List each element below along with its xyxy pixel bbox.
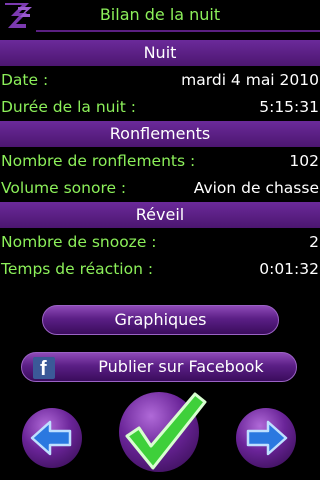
- nombre-ronflements-label: Nombre de ronflements :: [1, 152, 196, 170]
- header-divider: [36, 30, 320, 32]
- graphiques-button[interactable]: Graphiques: [42, 305, 279, 335]
- row-duree: Durée de la nuit : 5:15:31: [0, 94, 320, 120]
- checkmark-icon: [125, 392, 207, 470]
- nombre-ronflements-value: 102: [289, 152, 319, 170]
- temps-reaction-label: Temps de réaction :: [1, 260, 154, 278]
- temps-reaction-value: 0:01:32: [259, 260, 319, 278]
- right-arrow-icon: [246, 420, 288, 456]
- row-snooze: Nombre de snooze : 2: [0, 229, 320, 255]
- section-header-reveil: Réveil: [0, 202, 320, 228]
- volume-sonore-label: Volume sonore :: [1, 179, 127, 197]
- back-button[interactable]: [22, 408, 82, 468]
- facebook-icon: f: [33, 357, 55, 380]
- facebook-publish-button[interactable]: f Publier sur Facebook: [21, 352, 297, 382]
- left-arrow-icon: [30, 420, 72, 456]
- page-title: Bilan de la nuit: [99, 5, 221, 24]
- header-bar: Bilan de la nuit: [0, 0, 320, 32]
- date-label: Date :: [1, 71, 49, 89]
- date-value: mardi 4 mai 2010: [181, 71, 319, 89]
- row-nombre-ronflements: Nombre de ronflements : 102: [0, 148, 320, 174]
- next-button[interactable]: [236, 408, 296, 468]
- facebook-button-label: Publier sur Facebook: [98, 357, 264, 376]
- confirm-button[interactable]: [119, 392, 207, 472]
- section-header-ronflements: Ronflements: [0, 121, 320, 147]
- volume-sonore-value: Avion de chasse: [193, 179, 319, 197]
- snooze-label: Nombre de snooze :: [1, 233, 157, 251]
- row-date: Date : mardi 4 mai 2010: [0, 67, 320, 93]
- duree-value: 5:15:31: [259, 98, 319, 116]
- duree-label: Durée de la nuit :: [1, 98, 137, 116]
- row-temps-reaction: Temps de réaction : 0:01:32: [0, 256, 320, 282]
- row-volume-sonore: Volume sonore : Avion de chasse: [0, 175, 320, 201]
- snooze-value: 2: [309, 233, 319, 251]
- section-header-nuit: Nuit: [0, 40, 320, 66]
